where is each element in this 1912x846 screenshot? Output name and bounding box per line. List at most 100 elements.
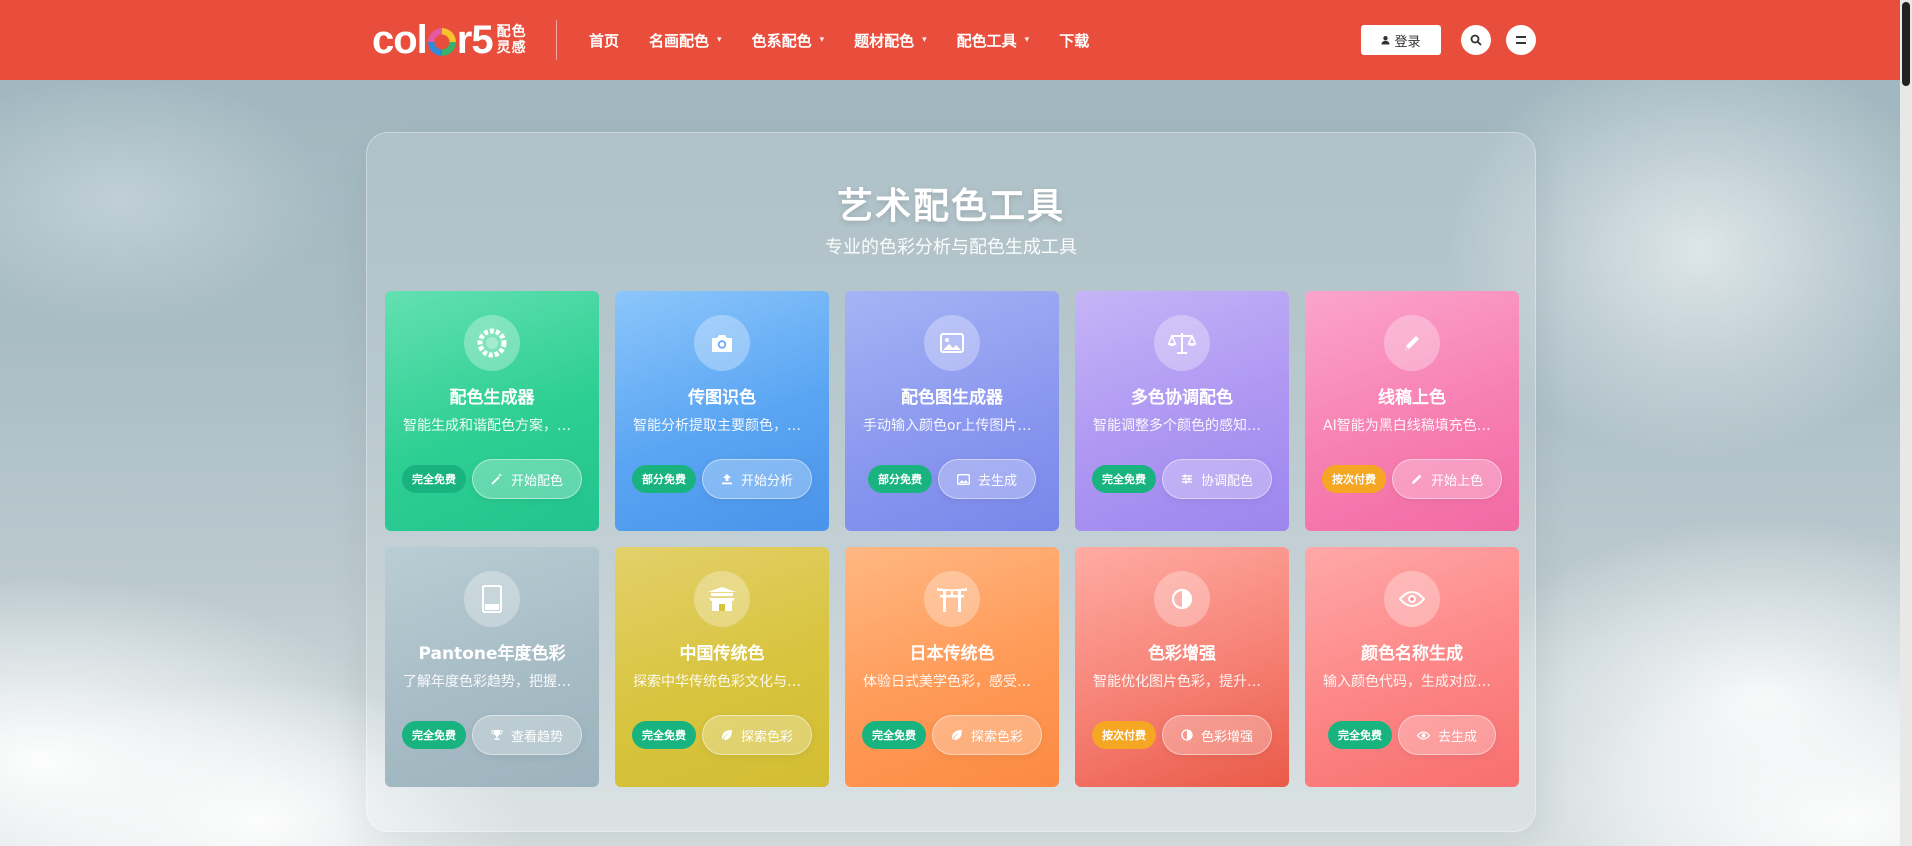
pricing-badge: 完全免费: [861, 721, 926, 749]
page-subtitle: 专业的色彩分析与配色生成工具: [825, 237, 1077, 258]
card-title: 配色图生成器: [901, 388, 1003, 408]
tool-card-lineart-coloring[interactable]: 线稿上色 AI智能为黑白线稿填充色彩，一键上色 按次付费 开始上色: [1305, 291, 1519, 531]
nav-item-home[interactable]: 首页: [589, 30, 619, 51]
leaf-icon: [721, 730, 732, 740]
card-footer: 按次付费 色彩增强: [1075, 715, 1289, 755]
nav-item-label: 首页: [589, 31, 620, 50]
harmonize-colors-button[interactable]: 协调配色: [1161, 459, 1272, 499]
card-title: 颜色名称生成: [1361, 644, 1463, 664]
logo-subtitle-line-2: 灵感: [496, 40, 527, 56]
start-coloring-button[interactable]: 开始上色: [1391, 459, 1502, 499]
main-nav: 首页 名画配色 ▾ 色系配色 ▾ 题材配色 ▾ 配色工具 ▾ 下载: [589, 0, 1119, 80]
card-title: 中国传统色: [679, 644, 765, 664]
leaf-icon: [951, 730, 962, 740]
start-color-button[interactable]: 开始配色: [471, 459, 582, 499]
card-footer: 完全免费 查看趋势: [385, 715, 599, 755]
action-label: 色彩增强: [1200, 729, 1253, 745]
page-title: 艺术配色工具: [836, 186, 1065, 227]
nav-item-download[interactable]: 下载: [1059, 30, 1089, 51]
card-description: 体验日式美学色彩，感受和风之美: [863, 674, 1041, 690]
tool-card-image-color-picker[interactable]: 传图识色 智能分析提取主要颜色，一键获取配色 部分免费 开始分析: [615, 291, 829, 531]
logo-text-post: r5: [456, 18, 494, 62]
chevron-down-icon: ▾: [922, 35, 927, 45]
tool-card-grid: 配色生成器 智能生成和谐配色方案，支持多种配色规则 完全免费 开始配色 传图识色…: [385, 291, 1519, 787]
action-label: 查看趋势: [510, 729, 563, 745]
torii-gate-icon: [924, 571, 980, 627]
login-button[interactable]: 登录: [1361, 25, 1441, 55]
upload-icon: [721, 474, 732, 485]
card-title: 色彩增强: [1148, 644, 1216, 664]
tool-card-color-name-generator[interactable]: 颜色名称生成 输入颜色代码，生成对应的颜色名称 完全免费 去生成: [1305, 547, 1519, 787]
action-label: 探索色彩: [740, 729, 793, 745]
card-description: 探索中华传统色彩文化与典雅配色: [633, 674, 811, 690]
card-description: 智能生成和谐配色方案，支持多种配色规则: [403, 418, 581, 434]
card-title: 传图识色: [688, 388, 756, 408]
nav-item-painting-colors[interactable]: 名画配色 ▾: [649, 30, 722, 51]
nav-item-label: 下载: [1059, 31, 1090, 50]
logo-text-pre: col: [372, 18, 428, 62]
sliders-icon: [1181, 474, 1192, 484]
color-wheel-icon: [464, 315, 520, 371]
eye-icon: [1416, 730, 1430, 740]
tools-panel: 艺术配色工具 专业的色彩分析与配色生成工具 配色生成器 智能生成和谐配色方案，支…: [366, 132, 1536, 832]
tool-card-color-generator[interactable]: 配色生成器 智能生成和谐配色方案，支持多种配色规则 完全免费 开始配色: [385, 291, 599, 531]
tool-card-chinese-traditional-colors[interactable]: 中国传统色 探索中华传统色彩文化与典雅配色 完全免费 探索色彩: [615, 547, 829, 787]
page-scrollbar[interactable]: [1900, 0, 1912, 846]
nav-divider: [556, 20, 557, 60]
magic-wand-icon: [491, 473, 502, 485]
card-footer: 部分免费 去生成: [845, 459, 1059, 499]
card-title: 配色生成器: [449, 388, 535, 408]
view-trends-button[interactable]: 查看趋势: [471, 715, 582, 755]
pricing-badge: 完全免费: [401, 721, 466, 749]
action-label: 开始分析: [740, 473, 793, 489]
explore-colors-button[interactable]: 探索色彩: [701, 715, 812, 755]
generate-name-button[interactable]: 去生成: [1397, 715, 1496, 755]
pricing-badge: 部分免费: [867, 465, 932, 493]
nav-item-color-families[interactable]: 色系配色 ▾: [752, 30, 825, 51]
card-footer: 按次付费 开始上色: [1305, 459, 1519, 499]
card-footer: 完全免费 去生成: [1305, 715, 1519, 755]
scrollbar-thumb[interactable]: [1902, 2, 1910, 86]
logo-color-ring-icon: [427, 28, 456, 56]
action-label: 去生成: [1437, 729, 1477, 745]
pricing-badge: 完全免费: [1327, 721, 1392, 749]
card-description: 智能调整多个颜色的感知亮度与和谐度: [1093, 418, 1271, 434]
tool-card-color-enhancement[interactable]: 色彩增强 智能优化图片色彩，提升画面表现力 按次付费 色彩增强: [1075, 547, 1289, 787]
card-footer: 完全免费 开始配色: [385, 459, 599, 499]
tool-card-japanese-traditional-colors[interactable]: 日本传统色 体验日式美学色彩，感受和风之美 完全免费 探索色彩: [845, 547, 1059, 787]
tool-card-multi-color-harmony[interactable]: 多色协调配色 智能调整多个颜色的感知亮度与和谐度 完全免费 协调配色: [1075, 291, 1289, 531]
search-button[interactable]: [1461, 25, 1491, 55]
nav-item-label: 名画配色: [649, 31, 710, 50]
camera-icon: [694, 315, 750, 371]
search-icon: [1470, 34, 1482, 46]
menu-button[interactable]: [1506, 25, 1536, 55]
card-description: 输入颜色代码，生成对应的颜色名称: [1323, 674, 1501, 690]
card-description: 智能分析提取主要颜色，一键获取配色: [633, 418, 811, 434]
nav-item-color-tools[interactable]: 配色工具 ▾: [957, 30, 1030, 51]
pricing-badge: 完全免费: [1091, 465, 1156, 493]
card-footer: 完全免费 协调配色: [1075, 459, 1289, 499]
logo-subtitle: 配色 灵感: [497, 24, 527, 56]
card-title: 多色协调配色: [1131, 388, 1233, 408]
image-icon: [924, 315, 980, 371]
card-title: 线稿上色: [1378, 388, 1446, 408]
tool-card-palette-image-generator[interactable]: 配色图生成器 手动输入颜色or上传图片生成配色图 部分免费 去生成: [845, 291, 1059, 531]
pantone-swatch-icon: [464, 571, 520, 627]
enhance-colors-button[interactable]: 色彩增强: [1161, 715, 1272, 755]
action-label: 开始上色: [1430, 473, 1483, 489]
tool-card-pantone-color-of-year[interactable]: Pantone年度色彩 了解年度色彩趋势，把握流行配色 完全免费 查看趋势: [385, 547, 599, 787]
logo-subtitle-line-1: 配色: [496, 24, 527, 40]
menu-icon: [1516, 36, 1526, 44]
nav-item-label: 色系配色: [751, 31, 812, 50]
chevron-down-icon: ▾: [819, 35, 825, 45]
pencil-icon: [1411, 474, 1422, 484]
contrast-icon: [1181, 729, 1193, 741]
pricing-badge: 部分免费: [631, 465, 696, 493]
nav-item-theme-colors[interactable]: 题材配色 ▾: [854, 30, 927, 51]
generate-palette-button[interactable]: 去生成: [937, 459, 1036, 499]
action-label: 探索色彩: [970, 729, 1023, 745]
card-description: AI智能为黑白线稿填充色彩，一键上色: [1323, 418, 1501, 434]
site-logo[interactable]: col r5 配色 灵感: [372, 18, 527, 62]
explore-colors-button[interactable]: 探索色彩: [931, 715, 1042, 755]
start-analysis-button[interactable]: 开始分析: [701, 459, 812, 499]
